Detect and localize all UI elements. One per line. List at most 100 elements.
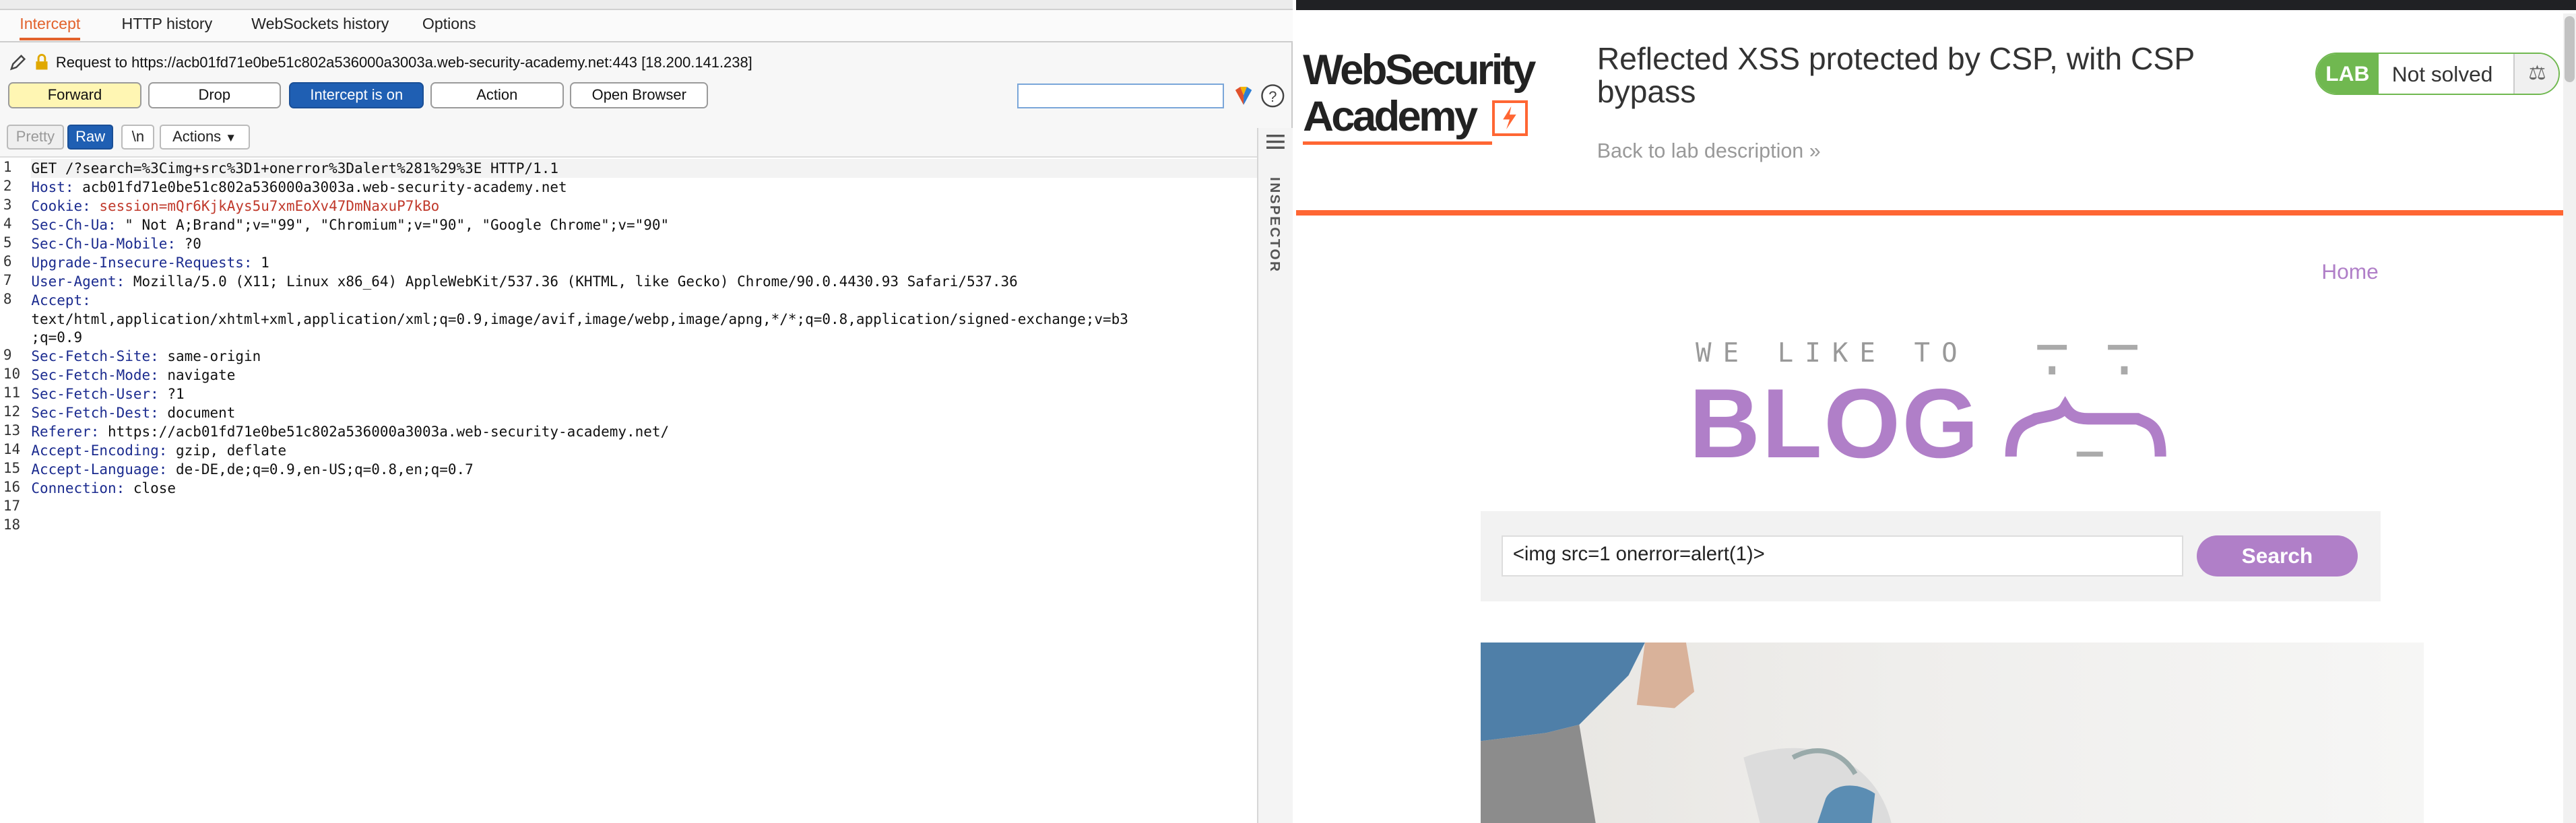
lightning-logo-icon [1491, 100, 1528, 137]
request-line[interactable]: Connection: close [31, 479, 176, 498]
line-number: 4 [3, 215, 12, 232]
blog-face-logo-icon [2005, 345, 2166, 457]
inspector-panel[interactable]: INSPECTOR [1256, 128, 1293, 823]
line-number: 5 [3, 234, 12, 251]
request-line[interactable]: text/html,application/xhtml+xml,applicat… [31, 310, 1128, 329]
line-number: 13 [3, 422, 21, 439]
nav-home-link[interactable]: Home [2321, 259, 2379, 284]
line-number: 9 [3, 347, 12, 364]
request-line[interactable]: Host: acb01fd71e0be51c802a536000a3003a.w… [31, 178, 567, 197]
pretty-view-button[interactable]: Pretty [6, 125, 65, 150]
lab-title: Reflected XSS protected by CSP, with CSP… [1597, 41, 2195, 110]
browser-window: WebSecurity Academy Reflected XSS protec… [1296, 0, 2576, 823]
logo-text-websecurity: WebSecurity [1303, 46, 1536, 94]
request-target-text: Request to https://acb01fd71e0be51c802a5… [55, 53, 752, 71]
newline-toggle-button[interactable]: \n [121, 125, 155, 150]
blog-post-image[interactable] [1480, 642, 2424, 823]
request-line[interactable]: Upgrade-Insecure-Requests: 1 [31, 253, 269, 272]
blog-wordmark: BLOG [1689, 369, 1981, 480]
drop-button[interactable]: Drop [148, 81, 282, 108]
header-value: GET /?search=%3Cimg+src%3D1+onerror%3Dal… [31, 160, 559, 177]
request-line[interactable]: Sec-Fetch-Mode: navigate [31, 366, 235, 385]
line-number: 2 [3, 178, 12, 195]
header-name: Connection: [31, 480, 125, 496]
header-name: Sec-Fetch-Dest: [31, 405, 159, 422]
header-value: navigate [158, 367, 236, 384]
request-line[interactable]: Sec-Fetch-User: ?1 [31, 385, 184, 403]
inspector-label[interactable]: INSPECTOR [1266, 177, 1283, 273]
actions-dropdown[interactable]: Actions ▼ [159, 125, 250, 150]
tab-http-history[interactable]: HTTP history [121, 15, 212, 33]
flask-icon: ⚖ [2513, 54, 2558, 94]
line-number: 16 [3, 478, 21, 495]
line-number: 7 [3, 271, 12, 288]
line-number: 17 [3, 497, 21, 514]
header-value: ?1 [158, 386, 185, 403]
header-name: Host: [31, 179, 74, 196]
request-line[interactable]: Sec-Fetch-Dest: document [31, 403, 235, 422]
double-chevron-right-icon: » [1809, 139, 1821, 163]
request-line[interactable]: Sec-Ch-Ua-Mobile: ?0 [31, 234, 201, 253]
line-number: 11 [3, 385, 21, 401]
tab-websockets-history[interactable]: WebSockets history [251, 15, 389, 33]
request-line[interactable]: Accept-Encoding: gzip, deflate [31, 441, 286, 460]
menu-icon[interactable] [1266, 134, 1285, 150]
raw-request-editor[interactable]: 1 GET /?search=%3Cimg+src%3D1+onerror%3Da… [0, 156, 1257, 823]
header-name: Referer: [31, 424, 100, 440]
line-number: 15 [3, 459, 21, 476]
search-button[interactable]: Search [2196, 535, 2358, 577]
raw-view-button[interactable]: Raw [67, 125, 114, 150]
help-icon[interactable]: ? [1260, 84, 1285, 108]
header-value: " Not A;Brand";v="99", "Chromium";v="90"… [116, 216, 670, 233]
header-value: gzip, deflate [167, 442, 287, 459]
request-line[interactable]: Referer: https://acb01fd71e0be51c802a536… [31, 422, 669, 441]
colorful-highlight-icon[interactable] [1232, 84, 1255, 106]
header-name: Accept-Language: [31, 461, 168, 478]
header-name: User-Agent: [31, 273, 125, 290]
lab-status-text: Not solved [2391, 62, 2493, 87]
search-input[interactable]: <img src=1 onerror=alert(1)> [1502, 535, 2184, 577]
request-line[interactable]: ;q=0.9 [31, 328, 82, 347]
header-value: de-DE,de;q=0.9,en-US;q=0.8,en;q=0.7 [167, 461, 474, 478]
burp-main-tab-strip [0, 0, 1293, 10]
header-value: acb01fd71e0be51c802a536000a3003a.web-sec… [73, 179, 567, 196]
tab-intercept[interactable]: Intercept [20, 15, 81, 41]
intercept-toggle-button[interactable]: Intercept is on [289, 81, 424, 108]
header-name: Sec-Ch-Ua: [31, 216, 117, 233]
svg-text:?: ? [1268, 88, 1277, 105]
forward-button[interactable]: Forward [8, 81, 141, 108]
request-line[interactable]: Accept-Language: de-DE,de;q=0.9,en-US;q=… [31, 460, 473, 479]
open-browser-button[interactable]: Open Browser [570, 81, 709, 108]
line-number: 1 [3, 159, 12, 176]
request-target: Request to https://acb01fd71e0be51c802a5… [8, 53, 752, 72]
request-line[interactable]: User-Agent: Mozilla/5.0 (X11; Linux x86_… [31, 272, 1017, 291]
line-number: 8 [3, 290, 12, 307]
address-bar[interactable] [1296, 0, 2576, 10]
search-filter-input[interactable] [1017, 84, 1225, 108]
header-value: 1 [252, 254, 269, 271]
request-line[interactable]: Sec-Ch-Ua: " Not A;Brand";v="99", "Chrom… [31, 216, 669, 234]
back-to-lab-link[interactable]: Back to lab description » [1597, 139, 1821, 163]
page-scrollbar[interactable] [2563, 13, 2576, 823]
header-value: session=mQr6KjkAys5u7xmEoXv47DmNaxuP7kBo [90, 197, 440, 214]
web-security-academy-logo[interactable]: WebSecurity Academy [1303, 46, 1536, 145]
line-number: 18 [3, 516, 21, 533]
actions-dropdown-label: Actions [172, 128, 222, 145]
line-number: 6 [3, 253, 12, 269]
header-value: same-origin [158, 348, 261, 365]
scrollbar-thumb[interactable] [2565, 16, 2575, 82]
line-number: 14 [3, 441, 21, 458]
header-value: https://acb01fd71e0be51c802a536000a3003a… [99, 424, 670, 440]
action-button[interactable]: Action [430, 81, 564, 108]
blog-tagline: WE LIKE TO [1696, 338, 1969, 369]
request-line[interactable]: Cookie: session=mQr6KjkAys5u7xmEoXv47DmN… [31, 197, 439, 216]
request-line[interactable]: GET /?search=%3Cimg+src%3D1+onerror%3Dal… [31, 159, 1257, 178]
request-line[interactable]: Accept: [31, 291, 90, 310]
tab-options[interactable]: Options [422, 15, 476, 33]
pencil-icon[interactable] [8, 53, 28, 72]
line-number: 10 [3, 366, 21, 383]
chevron-down-icon: ▼ [225, 131, 237, 145]
logo-text-academy: Academy [1303, 92, 1478, 140]
request-line[interactable]: Sec-Fetch-Site: same-origin [31, 347, 261, 366]
header-name: Sec-Ch-Ua-Mobile: [31, 235, 176, 252]
